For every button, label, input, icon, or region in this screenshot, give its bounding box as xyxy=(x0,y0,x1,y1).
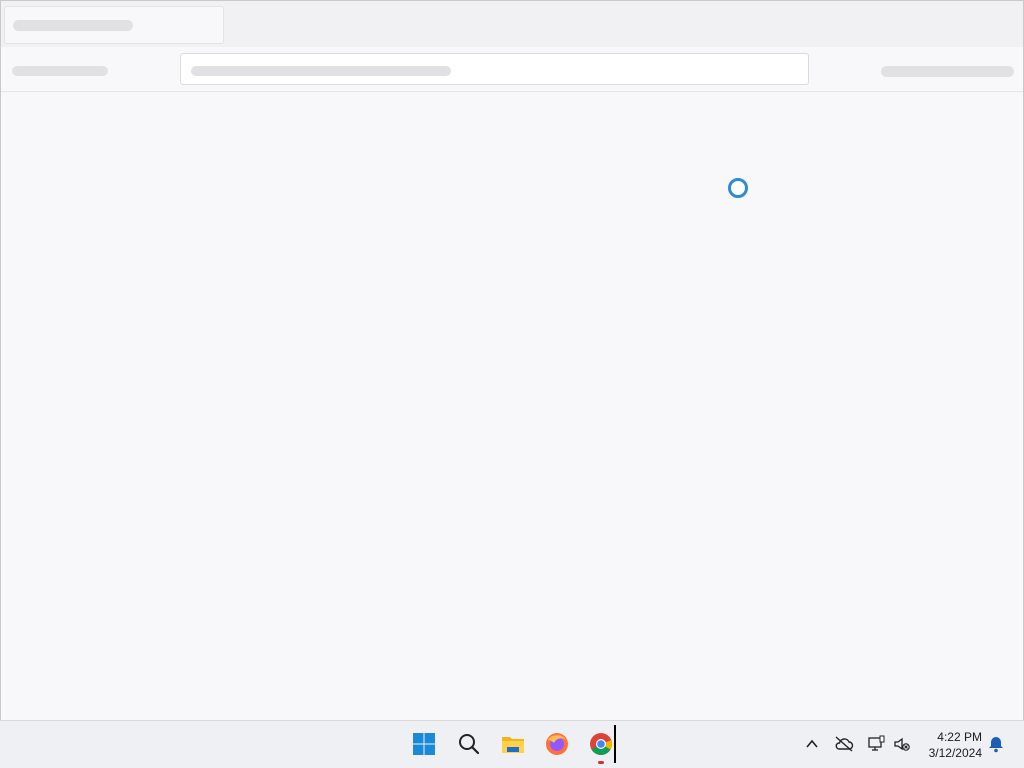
browser-window xyxy=(0,0,1024,721)
chevron-up-icon[interactable] xyxy=(802,734,822,754)
clock-time: 4:22 PM xyxy=(937,730,982,744)
cloud-off-icon[interactable] xyxy=(834,734,854,754)
nav-buttons-placeholder xyxy=(12,66,108,76)
text-cursor xyxy=(614,725,616,763)
active-app-indicator xyxy=(598,761,604,764)
tab-title-placeholder xyxy=(13,20,133,31)
browser-tab-loading[interactable] xyxy=(4,6,224,44)
search-icon[interactable] xyxy=(454,729,484,759)
toolbar-actions-placeholder xyxy=(881,66,1014,77)
taskbar-clock[interactable]: 4:22 PM 3/12/2024 xyxy=(918,729,982,761)
address-text-placeholder xyxy=(191,66,451,76)
firefox-icon[interactable] xyxy=(542,729,572,759)
folder-icon[interactable] xyxy=(498,729,528,759)
loading-spinner-icon xyxy=(728,178,748,198)
volume-muted-icon[interactable] xyxy=(892,734,912,754)
address-bar[interactable] xyxy=(180,53,809,85)
browser-toolbar xyxy=(1,47,1023,92)
tab-strip xyxy=(1,1,1023,47)
network-icon[interactable] xyxy=(866,734,886,754)
clock-date: 3/12/2024 xyxy=(928,746,982,760)
chrome-icon[interactable] xyxy=(586,729,616,764)
windows-start-icon[interactable] xyxy=(409,729,439,759)
taskbar: 4:22 PM 3/12/2024 xyxy=(0,720,1024,768)
notification-bell-icon[interactable] xyxy=(986,734,1006,754)
